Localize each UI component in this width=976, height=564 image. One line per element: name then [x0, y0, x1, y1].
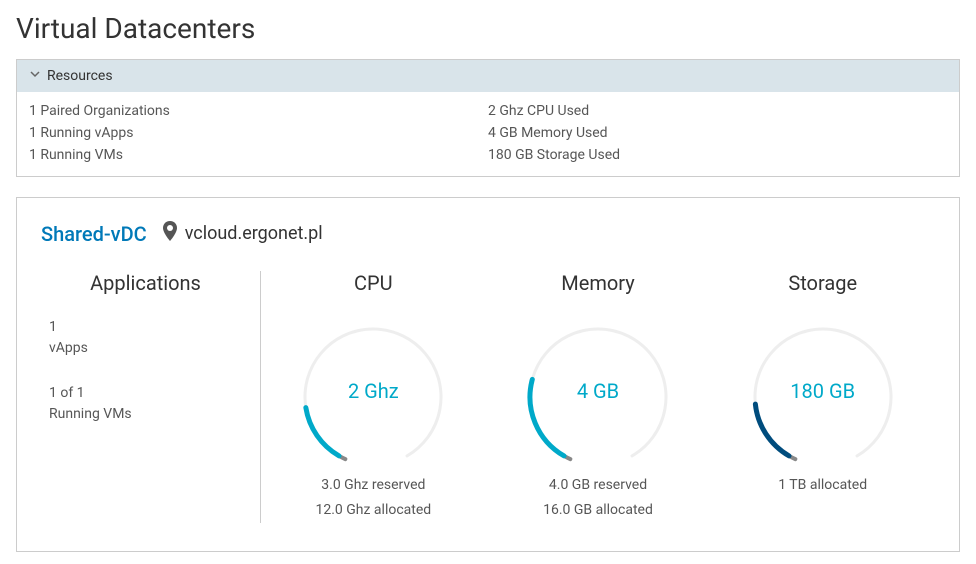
storage-gauge-title: Storage [710, 271, 935, 295]
paired-orgs-stat: 1 Paired Organizations [29, 100, 488, 122]
running-vapps-stat: 1 Running vApps [29, 122, 488, 144]
vdc-name-link[interactable]: Shared-vDC [41, 222, 147, 246]
resources-body: 1 Paired Organizations 1 Running vApps 1… [17, 92, 959, 176]
vapps-stat: 1 vApps [41, 317, 250, 359]
vdc-card: Shared-vDC vcloud.ergonet.pl Application… [16, 197, 960, 552]
cpu-gauge-caption: 3.0 Ghz reserved 12.0 Ghz allocated [261, 473, 486, 523]
location-pin-icon [161, 220, 179, 247]
resources-header[interactable]: Resources [17, 60, 959, 92]
memory-gauge-caption: 4.0 GB reserved 16.0 GB allocated [486, 473, 711, 523]
vdc-location: vcloud.ergonet.pl [161, 220, 323, 247]
memory-gauge-column: Memory 4 GB 4.0 GB reserved 16.0 GB allo… [486, 271, 711, 523]
vapps-label: vApps [49, 338, 250, 359]
page-title: Virtual Datacenters [16, 12, 960, 45]
storage-allocated-label: 1 TB allocated [710, 473, 935, 498]
gauges-row: CPU 2 Ghz 3.0 Ghz reserved 12.0 Ghz allo… [261, 271, 935, 523]
vdc-card-header: Shared-vDC vcloud.ergonet.pl [41, 220, 935, 247]
storage-gauge-value: 180 GB [733, 379, 913, 403]
cpu-gauge-title: CPU [261, 271, 486, 295]
applications-column: Applications 1 vApps 1 of 1 Running VMs [41, 271, 261, 523]
resources-header-label: Resources [47, 68, 113, 84]
cpu-gauge-value: 2 Ghz [283, 379, 463, 403]
running-vms-stat: 1 Running VMs [29, 144, 488, 166]
applications-title: Applications [41, 271, 250, 295]
running-vms-label: Running VMs [49, 404, 250, 425]
storage-used-stat: 180 GB Storage Used [488, 144, 947, 166]
chevron-down-icon [29, 68, 47, 84]
storage-gauge-caption: 1 TB allocated [710, 473, 935, 498]
storage-gauge-column: Storage 180 GB 1 TB allocated [710, 271, 935, 523]
resources-left-col: 1 Paired Organizations 1 Running vApps 1… [29, 100, 488, 166]
resources-right-col: 2 Ghz CPU Used 4 GB Memory Used 180 GB S… [488, 100, 947, 166]
memory-allocated-label: 16.0 GB allocated [486, 498, 711, 523]
resources-panel: Resources 1 Paired Organizations 1 Runni… [16, 59, 960, 177]
storage-gauge: 180 GB [733, 317, 913, 467]
memory-gauge: 4 GB [508, 317, 688, 467]
running-vms-count: 1 of 1 [49, 383, 250, 404]
memory-gauge-value: 4 GB [508, 379, 688, 403]
vapps-count: 1 [49, 317, 250, 338]
cpu-reserved-label: 3.0 Ghz reserved [261, 473, 486, 498]
cpu-used-stat: 2 Ghz CPU Used [488, 100, 947, 122]
mem-used-stat: 4 GB Memory Used [488, 122, 947, 144]
cpu-allocated-label: 12.0 Ghz allocated [261, 498, 486, 523]
cpu-gauge: 2 Ghz [283, 317, 463, 467]
memory-gauge-title: Memory [486, 271, 711, 295]
cpu-gauge-column: CPU 2 Ghz 3.0 Ghz reserved 12.0 Ghz allo… [261, 271, 486, 523]
vdc-body: Applications 1 vApps 1 of 1 Running VMs … [41, 271, 935, 523]
running-vms-apps-stat: 1 of 1 Running VMs [41, 383, 250, 425]
memory-reserved-label: 4.0 GB reserved [486, 473, 711, 498]
vdc-location-label: vcloud.ergonet.pl [185, 223, 323, 244]
